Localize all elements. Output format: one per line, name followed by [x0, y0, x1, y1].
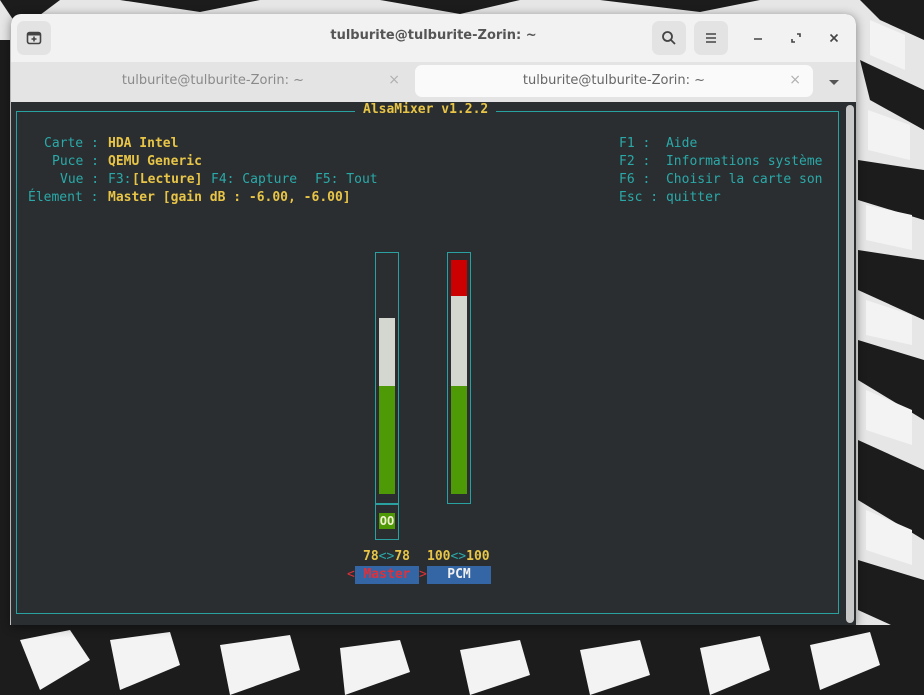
card-label: Carte : — [44, 136, 99, 151]
master-channel-label[interactable]: Master — [355, 566, 419, 584]
window-title: tulburite@tulburite-Zorin: ~ — [330, 28, 537, 43]
maximize-icon — [791, 33, 801, 43]
help-f2: F2 : Informations système — [619, 154, 823, 169]
menu-button[interactable] — [694, 21, 728, 55]
tab-2[interactable]: tulburite@tulburite-Zorin: ~ × — [415, 65, 813, 97]
close-icon — [829, 33, 839, 43]
element-label: Élement : — [28, 190, 99, 205]
help-f6: F6 : Choisir la carte son — [619, 172, 823, 187]
level-separator: <> — [378, 549, 395, 564]
search-icon — [662, 31, 676, 45]
minimize-icon — [754, 38, 762, 40]
view-f3: F3: — [108, 172, 132, 187]
search-button[interactable] — [652, 21, 686, 55]
pcm-bar-white-segment — [451, 296, 467, 386]
selection-marker: < — [347, 567, 355, 582]
element-value: Master [gain dB : -6.00, -6.00] — [108, 190, 351, 205]
tab-close-icon[interactable]: × — [388, 72, 400, 88]
master-bar-green-segment — [379, 386, 395, 494]
pcm-channel-label[interactable]: PCM — [427, 566, 491, 584]
tab-label: tulburite@tulburite-Zorin: ~ — [522, 73, 706, 88]
master-volume-bar[interactable] — [375, 252, 399, 504]
level-separator: <> — [450, 549, 467, 564]
help-f1: F1 : Aide — [619, 136, 698, 151]
pcm-left-value: 100 — [427, 549, 451, 564]
master-mute-toggle[interactable]: OO — [375, 504, 399, 540]
close-button[interactable] — [821, 25, 847, 51]
tab-label: tulburite@tulburite-Zorin: ~ — [121, 73, 305, 88]
master-mute-indicator: OO — [379, 513, 395, 529]
master-right-value: 78 — [394, 549, 410, 564]
master-bar-white-segment — [379, 318, 395, 386]
pcm-right-value: 100 — [466, 549, 490, 564]
pcm-level-readout: 100<>100 — [427, 548, 490, 566]
new-tab-button[interactable] — [17, 21, 51, 55]
tab-bar: tulburite@tulburite-Zorin: ~ × tulburite… — [11, 62, 856, 102]
scrollbar[interactable] — [846, 105, 854, 623]
hamburger-menu-icon — [706, 33, 716, 43]
master-left-value: 78 — [363, 549, 379, 564]
header-bar: tulburite@tulburite-Zorin: ~ — [11, 14, 856, 62]
master-level-readout: 78<>78 — [363, 548, 410, 566]
help-esc: Esc : quitter — [619, 190, 721, 205]
tab-list-dropdown-icon[interactable] — [824, 74, 844, 90]
view-playback: [Lecture] — [132, 172, 203, 187]
chip-label: Puce : — [52, 154, 99, 169]
tab-1[interactable]: tulburite@tulburite-Zorin: ~ × — [14, 65, 412, 97]
chip-value: QEMU Generic — [108, 154, 202, 169]
pcm-bar-red-segment — [451, 260, 467, 296]
alsamixer-title: AlsaMixer v1.2.2 — [355, 102, 497, 117]
view-label: Vue : — [60, 172, 100, 187]
pcm-volume-bar[interactable] — [447, 252, 471, 504]
new-tab-icon — [26, 31, 42, 45]
terminal-window: tulburite@tulburite-Zorin: ~ tulburite@t… — [11, 14, 856, 625]
selection-marker-right: > — [419, 567, 427, 582]
tab-close-icon[interactable]: × — [789, 72, 801, 88]
terminal-content[interactable]: AlsaMixer v1.2.2 Carte : HDA Intel Puce … — [11, 102, 856, 625]
maximize-button[interactable] — [783, 25, 809, 51]
view-capture: F4: Capture — [211, 172, 298, 187]
card-value: HDA Intel — [108, 136, 179, 151]
view-all: F5: Tout — [315, 172, 378, 187]
pcm-bar-green-segment — [451, 386, 467, 494]
minimize-button[interactable] — [745, 25, 771, 51]
